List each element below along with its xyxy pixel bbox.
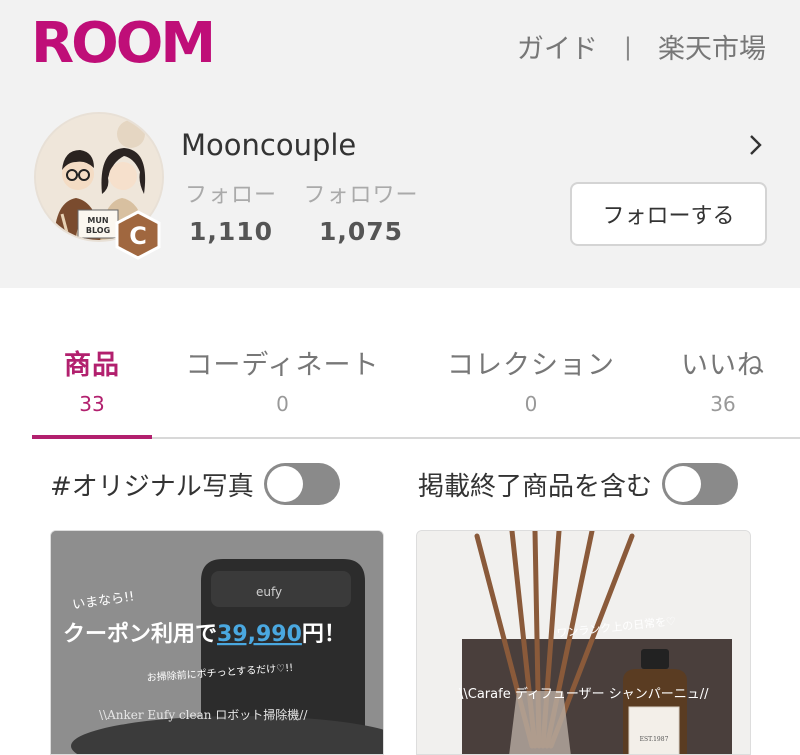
following-count: 1,110 — [188, 217, 274, 246]
product-image: eufy いまなら!! クーポン利用で39,990円！ お掃除前にポチっとするだ… — [51, 531, 383, 754]
bottle-label-text: EST.1987 — [640, 736, 669, 743]
toggle-knob — [665, 466, 702, 502]
active-tab-indicator — [32, 435, 152, 439]
creator-badge-icon: C — [114, 210, 162, 260]
link-separator: | — [623, 32, 632, 61]
following-stat[interactable]: フォロー 1,110 — [182, 177, 280, 246]
tab-coordinate[interactable]: コーディネート 0 — [180, 343, 385, 416]
tab-collection[interactable]: コレクション 0 — [440, 343, 622, 416]
tab-count: 0 — [524, 392, 538, 416]
tab-label: コーディネート — [185, 350, 380, 381]
tab-label: コレクション — [447, 350, 615, 381]
followers-stat[interactable]: フォロワー 1,075 — [300, 177, 422, 246]
tab-label: いいね — [681, 350, 765, 381]
profile-header: ROOM ガイド | 楽天市場 MUN BLOG C Mooncouple フォ… — [0, 0, 800, 288]
product-card-robot-vacuum[interactable]: eufy いまなら!! クーポン利用で39,990円！ お掃除前にポチっとするだ… — [50, 530, 384, 755]
promo-line-2: \\Carafe ディフューザー シャンパーニュ// — [459, 686, 709, 702]
following-label: フォロー — [184, 183, 277, 208]
original-photo-toggle[interactable] — [263, 463, 340, 505]
product-image: EST.1987 ワンランク上の日常を♡ \\Carafe ディフューザー シャ… — [417, 531, 750, 754]
include-ended-label: 掲載終了商品を含む — [418, 471, 653, 502]
follow-button[interactable]: フォローする — [570, 182, 767, 246]
tab-label: 商品 — [64, 350, 120, 381]
guide-link[interactable]: ガイド — [517, 27, 598, 66]
tab-products[interactable]: 商品 33 — [32, 343, 152, 416]
room-logo[interactable]: ROOM — [31, 14, 216, 74]
toggle-knob — [266, 466, 303, 502]
username[interactable]: Mooncouple — [181, 128, 356, 162]
followers-label: フォロワー — [303, 183, 419, 208]
content-tabs: 商品 33 コーディネート 0 コレクション 0 いいね 36 — [0, 288, 800, 438]
original-photo-filter: #オリジナル写真 — [50, 463, 340, 505]
avatar-sign-text: MUN — [87, 216, 108, 225]
followers-count: 1,075 — [318, 217, 404, 246]
tab-count: 36 — [710, 392, 736, 416]
badge-letter: C — [129, 222, 147, 250]
tab-count: 33 — [79, 392, 105, 416]
device-brand-text: eufy — [256, 585, 282, 599]
promo-line-2: クーポン利用で39,990円！ — [63, 621, 346, 647]
original-photo-label: #オリジナル写真 — [50, 471, 254, 502]
include-ended-filter: 掲載終了商品を含む — [418, 463, 739, 505]
tab-likes[interactable]: いいね 36 — [676, 343, 770, 416]
tab-count: 0 — [276, 392, 289, 416]
include-ended-toggle[interactable] — [662, 463, 739, 505]
product-card-diffuser[interactable]: EST.1987 ワンランク上の日常を♡ \\Carafe ディフューザー シャ… — [416, 530, 751, 755]
promo-line-4: \\Anker Eufy clean ロボット掃除機// — [99, 707, 308, 722]
top-links: ガイド | 楽天市場 — [517, 27, 766, 66]
svg-text:BLOG: BLOG — [86, 226, 110, 235]
chevron-right-icon[interactable] — [744, 130, 768, 160]
rakuten-ichiba-link[interactable]: 楽天市場 — [658, 27, 766, 66]
